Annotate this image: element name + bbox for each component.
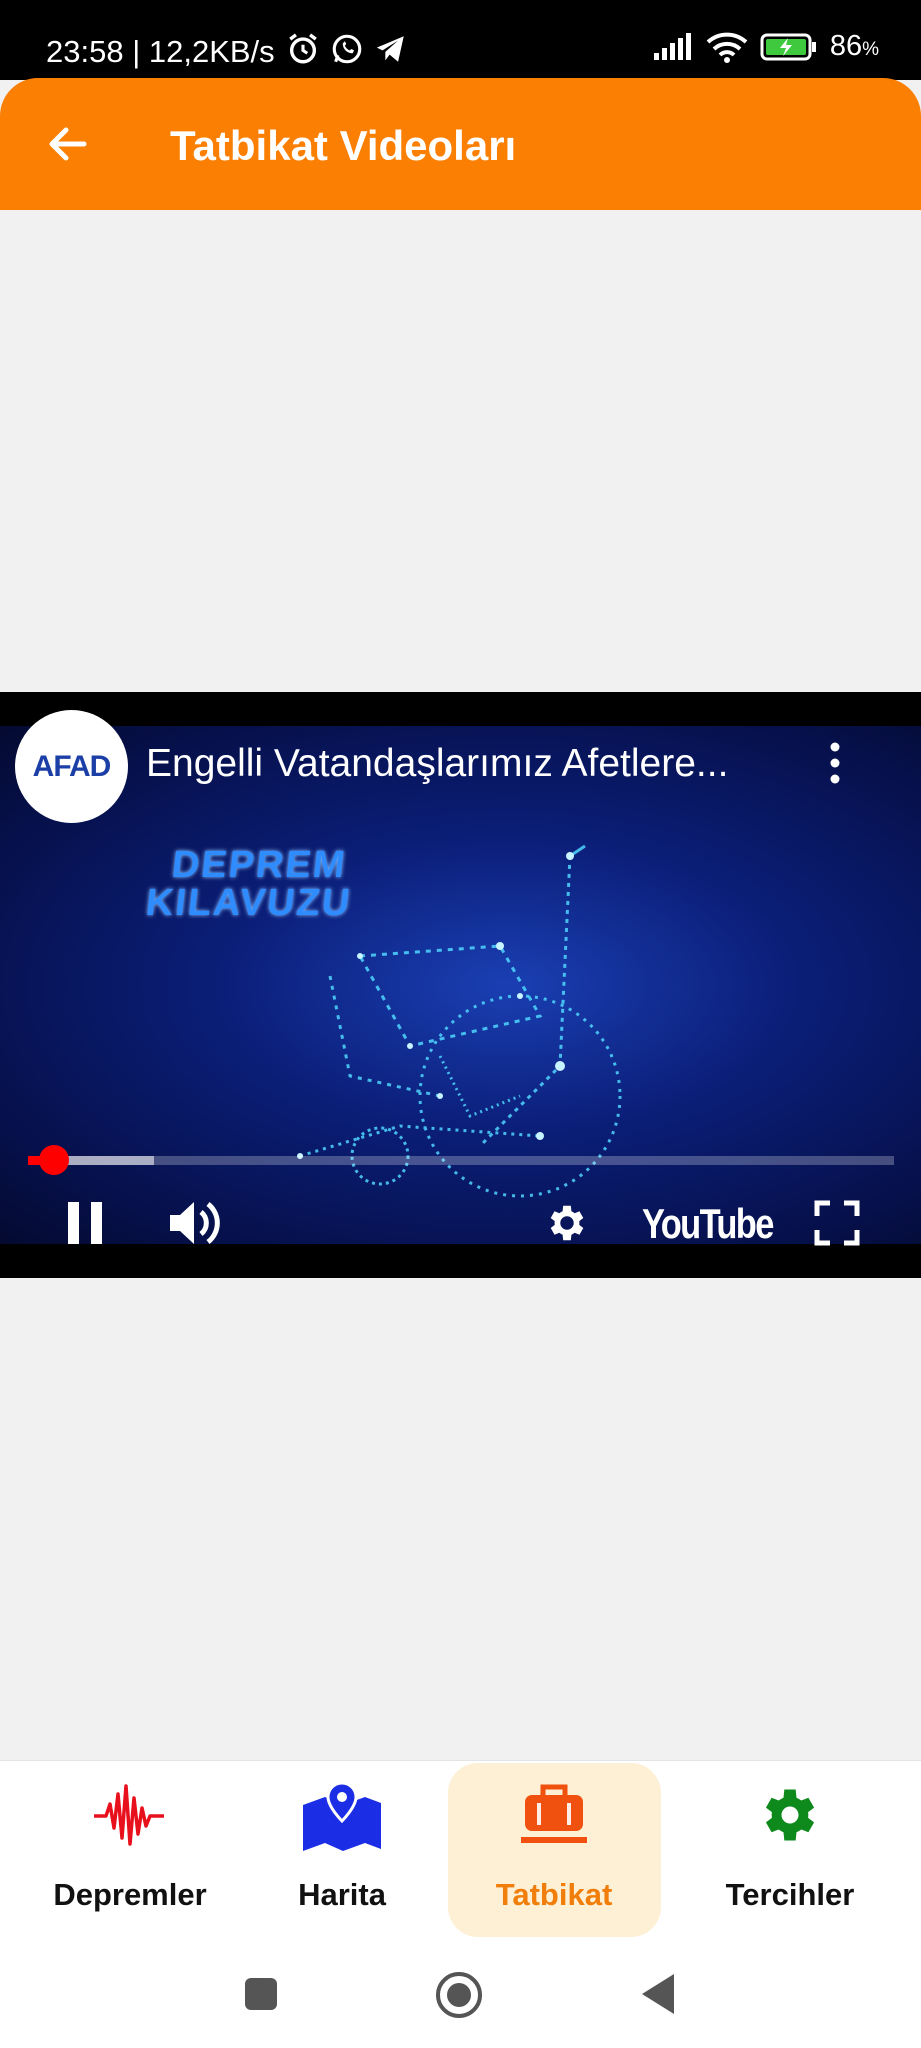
map-pin-icon [303, 1781, 381, 1851]
wifi-icon [706, 32, 748, 63]
video-player[interactable]: DEPREM KILAVUZU AFAD Engelli Vatandaşlar… [0, 692, 921, 1278]
recents-square-icon[interactable] [243, 1976, 279, 2012]
more-vert-icon[interactable] [820, 738, 850, 788]
progress-bar[interactable] [28, 1145, 894, 1175]
video-frame[interactable]: DEPREM KILAVUZU [0, 726, 921, 1244]
arrow-left-icon[interactable] [40, 116, 96, 172]
nav-item-tercihler[interactable]: Tercihler [690, 1761, 890, 1947]
overlay-line-1: DEPREM [169, 844, 349, 886]
channel-logo-text: AFAD [32, 749, 112, 783]
home-circle-icon[interactable] [434, 1970, 484, 2020]
fullscreen-icon[interactable] [814, 1200, 860, 1246]
nav-item-harita[interactable]: Harita [242, 1761, 442, 1947]
app-bar: Tatbikat Videoları [0, 78, 921, 210]
status-system-icons: 86% [652, 30, 879, 63]
signal-icon [653, 32, 691, 60]
bottom-navigation: Depremler Harita Tatbikat Tercihler [0, 1760, 921, 1947]
whatsapp-icon [332, 34, 362, 64]
emergency-bag-icon [521, 1784, 587, 1843]
status-time: 23:58 | 12,2KB/s [46, 34, 275, 69]
nav-item-tatbikat[interactable]: Tatbikat [454, 1761, 654, 1947]
overlay-line-2: KILAVUZU [143, 882, 354, 924]
back-triangle-icon[interactable] [640, 1972, 676, 2016]
youtube-brand-label[interactable]: YouTube [642, 1200, 774, 1248]
nav-label-harita: Harita [298, 1877, 386, 1912]
telegram-icon [376, 36, 404, 62]
nav-item-depremler[interactable]: Depremler [30, 1761, 230, 1947]
nav-label-depremler: Depremler [53, 1877, 207, 1912]
status-bar: 23:58 | 12,2KB/s 86% [0, 0, 921, 80]
video-overlay-text: DEPREM KILAVUZU [143, 844, 357, 924]
status-notification-icons [286, 32, 408, 66]
channel-avatar[interactable]: AFAD [15, 710, 128, 823]
gear-icon [765, 1789, 815, 1841]
pause-icon[interactable] [66, 1200, 106, 1246]
page-title: Tatbikat Videoları [170, 122, 517, 169]
nav-label-tercihler: Tercihler [725, 1877, 855, 1912]
settings-icon[interactable] [544, 1200, 590, 1246]
system-navigation-bar [0, 1946, 921, 2048]
video-title[interactable]: Engelli Vatandaşlarımız Afetlere... [146, 742, 728, 786]
alarm-icon [289, 33, 317, 64]
progress-scrubber[interactable] [38, 1145, 69, 1175]
seismograph-icon [94, 1784, 164, 1846]
battery-percent: 86% [829, 30, 879, 62]
nav-label-tatbikat: Tatbikat [495, 1877, 613, 1912]
volume-icon[interactable] [168, 1198, 222, 1248]
battery-charging-icon [760, 33, 816, 60]
